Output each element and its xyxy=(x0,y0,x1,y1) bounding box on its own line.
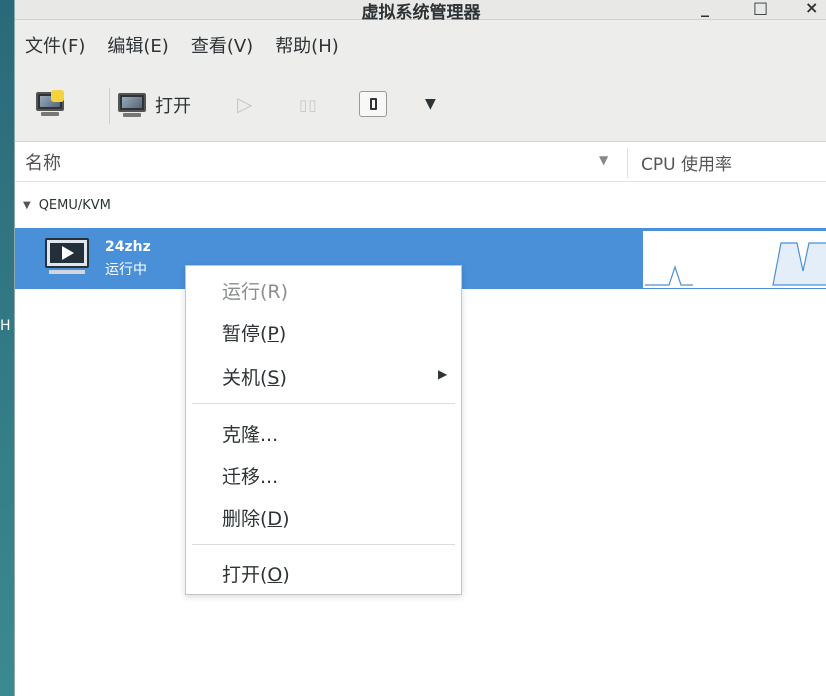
sort-chevron-icon[interactable]: ▼ xyxy=(599,153,608,167)
close-button[interactable]: × xyxy=(805,0,818,17)
ctx-pause-item[interactable]: 暂停(P) xyxy=(222,319,286,346)
ctx-migrate-item[interactable]: 迁移... xyxy=(222,462,278,489)
new-vm-icon xyxy=(35,90,65,116)
cpu-usage-graph xyxy=(643,231,826,288)
open-button-label: 打开 xyxy=(155,96,191,117)
open-console-icon xyxy=(117,93,147,117)
vm-context-menu: 运行(R) 暂停(P) 关机(S) ▶ 克隆... 迁移... 删除(D) 打开… xyxy=(185,265,462,595)
menu-view[interactable]: 查看(V) xyxy=(191,32,253,58)
ctx-shutdown-mnemonic: S xyxy=(267,367,280,389)
pause-button[interactable]: ▯▯ xyxy=(299,96,318,114)
vm-name: 24zhz xyxy=(105,239,151,255)
menu-bar: 文件(F) 编辑(E) 查看(V) 帮助(H) xyxy=(15,20,826,70)
expander-arrow-icon[interactable]: ▼ xyxy=(23,200,31,211)
ctx-shutdown-item[interactable]: 关机(S) xyxy=(222,363,287,390)
toolbar: 打开 ▷ ▯▯ ▼ xyxy=(15,70,826,142)
column-name-header[interactable]: 名称 xyxy=(25,149,61,175)
run-button[interactable]: ▷ xyxy=(237,92,252,116)
shutdown-button[interactable] xyxy=(359,91,387,117)
ctx-shutdown-text: 关机( xyxy=(222,367,268,389)
virt-manager-window: 虚拟系统管理器 _ □ × 文件(F) 编辑(E) 查看(V) 帮助(H) 打开… xyxy=(14,0,826,696)
list-header: 名称 ▼ CPU 使用率 xyxy=(15,142,826,182)
column-cpu-header[interactable]: CPU 使用率 xyxy=(641,150,732,175)
shutdown-dropdown-button[interactable]: ▼ xyxy=(425,96,436,112)
column-divider xyxy=(627,148,628,178)
chevron-down-icon: ▼ xyxy=(425,96,436,112)
ctx-delete-text: 删除( xyxy=(222,508,268,530)
ctx-shutdown-close: ) xyxy=(279,367,287,389)
toolbar-separator xyxy=(109,88,110,124)
desktop-edge-text: H xyxy=(0,318,11,334)
ctx-pause-close: ) xyxy=(278,323,287,345)
menu-help[interactable]: 帮助(H) xyxy=(275,32,339,58)
title-bar: 虚拟系统管理器 _ □ × xyxy=(15,0,826,23)
ctx-pause-mnemonic: P xyxy=(267,323,279,345)
submenu-arrow-icon: ▶ xyxy=(438,367,448,381)
connection-name: QEMU/KVM xyxy=(38,197,111,213)
running-vm-icon xyxy=(45,238,89,276)
ctx-clone-item[interactable]: 克隆... xyxy=(222,420,278,447)
new-vm-button[interactable] xyxy=(35,90,65,116)
ctx-delete-close: ) xyxy=(282,508,290,530)
vm-status: 运行中 xyxy=(105,262,147,278)
ctx-open-close: ) xyxy=(282,564,290,586)
pause-icon: ▯▯ xyxy=(299,96,318,114)
menu-file[interactable]: 文件(F) xyxy=(25,32,85,58)
maximize-button[interactable]: □ xyxy=(753,0,768,17)
ctx-open-text: 打开( xyxy=(222,564,268,586)
shutdown-icon xyxy=(359,91,387,117)
menu-edit[interactable]: 编辑(E) xyxy=(107,32,168,58)
ctx-open-item[interactable]: 打开(O) xyxy=(222,560,290,587)
play-icon: ▷ xyxy=(237,92,253,116)
minimize-button[interactable]: _ xyxy=(701,0,709,17)
ctx-separator xyxy=(192,403,455,404)
ctx-run-item[interactable]: 运行(R) xyxy=(222,277,288,304)
ctx-delete-item[interactable]: 删除(D) xyxy=(222,504,289,531)
ctx-separator xyxy=(192,544,455,545)
ctx-pause-text: 暂停( xyxy=(222,323,268,345)
ctx-delete-mnemonic: D xyxy=(267,508,283,530)
open-button[interactable]: 打开 xyxy=(117,92,191,118)
connection-row[interactable]: ▼ QEMU/KVM xyxy=(15,190,111,220)
ctx-open-mnemonic: O xyxy=(267,564,283,586)
